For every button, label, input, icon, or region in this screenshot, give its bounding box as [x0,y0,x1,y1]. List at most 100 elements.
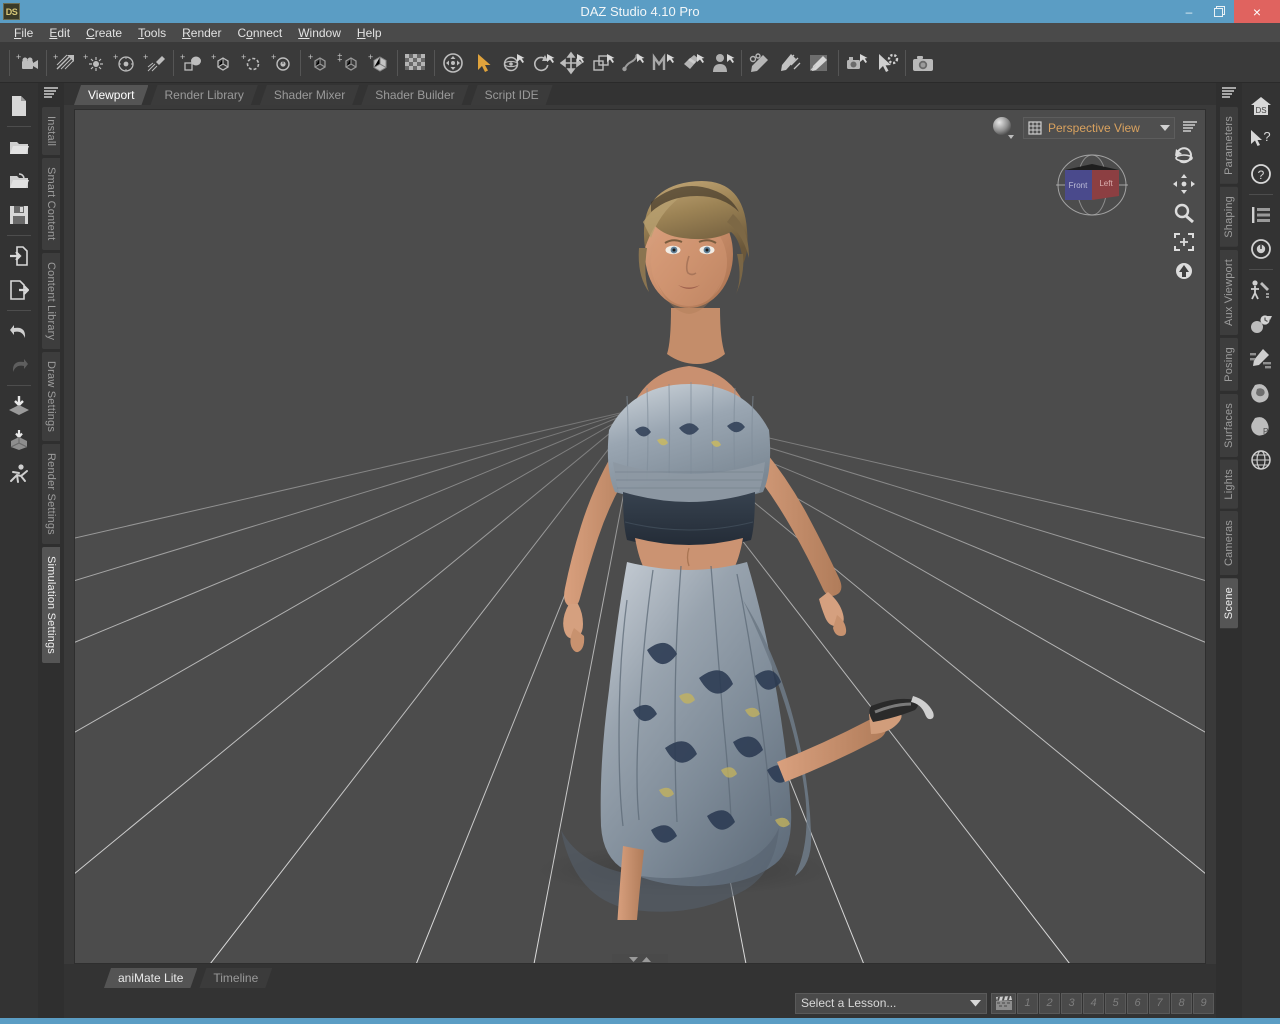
create-primitive-icon[interactable]: + [177,47,207,79]
create-cube-icon[interactable]: + [364,47,394,79]
muscle-power-icon[interactable]: P [1246,409,1276,443]
minimize-button[interactable]: – [1174,0,1204,23]
scale-tool-icon[interactable] [588,47,618,79]
open-file-icon[interactable] [4,130,34,164]
sidebar-item-draw-settings[interactable]: Draw Settings [42,351,60,441]
tab-shader-mixer[interactable]: Shader Mixer [260,85,359,105]
log-list-icon[interactable] [1246,198,1276,232]
aux-render-icon[interactable] [872,47,902,79]
create-duplicate-icon[interactable]: ‡ [334,47,364,79]
tab-shader-builder[interactable]: Shader Builder [361,85,468,105]
target-icon[interactable] [1246,232,1276,266]
surface-selection-icon[interactable] [678,47,708,79]
render-settings-icon[interactable] [842,47,872,79]
view-navigation-cube[interactable]: Front Left [1051,148,1133,222]
texture-grid-icon[interactable] [401,47,431,79]
rotate-tool-icon[interactable] [498,47,528,79]
tab-viewport[interactable]: Viewport [74,85,148,105]
muscle-icon[interactable] [1246,375,1276,409]
pane-options-icon[interactable] [1219,85,1239,103]
create-spotlight-icon[interactable]: + [140,47,170,79]
redo-icon[interactable] [4,348,34,382]
render-camera-icon[interactable] [909,47,939,79]
save-file-icon[interactable] [4,198,34,232]
reset-camera-icon[interactable] [1171,260,1197,282]
sidebar-item-shaping[interactable]: Shaping [1220,186,1238,247]
help-circle-icon[interactable]: ? [1246,157,1276,191]
create-sphere-icon[interactable]: + [267,47,297,79]
frame-selection-icon[interactable] [1171,231,1197,253]
lesson-button-4[interactable]: 4 [1083,992,1104,1014]
geometry-editor-icon[interactable] [745,47,775,79]
view-selector[interactable]: Perspective View [1023,117,1175,139]
lesson-button-6[interactable]: 6 [1127,992,1148,1014]
universal-tool-icon[interactable] [438,47,468,79]
pen-tool-icon[interactable] [775,47,805,79]
property-editor-icon[interactable] [1246,341,1276,375]
ds-home-icon[interactable]: DS [1246,89,1276,123]
lesson-button-5[interactable]: 5 [1105,992,1126,1014]
pane-options-icon[interactable] [41,85,61,103]
viewport-3d[interactable]: Perspective View Front Left [74,109,1206,964]
globe-icon[interactable] [1246,443,1276,477]
sidebar-item-cameras[interactable]: Cameras [1220,511,1238,576]
menu-file[interactable]: File [6,24,41,42]
tab-script-ide[interactable]: Script IDE [471,85,553,105]
sidebar-item-posing[interactable]: Posing [1220,337,1238,391]
sidebar-item-install[interactable]: Install [42,107,60,156]
lesson-button-7[interactable]: 7 [1149,992,1170,1014]
tab-animate-lite[interactable]: aniMate Lite [104,968,197,988]
undo-icon[interactable] [4,314,34,348]
spin-tool-icon[interactable] [528,47,558,79]
sidebar-item-render-settings[interactable]: Render Settings [42,443,60,544]
help-pointer-icon[interactable]: ? [1246,123,1276,157]
lesson-button-3[interactable]: 3 [1061,992,1082,1014]
menu-window[interactable]: Window [290,24,349,42]
lesson-button-9[interactable]: 9 [1193,992,1214,1014]
menu-edit[interactable]: Edit [41,24,78,42]
menu-create[interactable]: Create [78,24,130,42]
sidebar-item-surfaces[interactable]: Surfaces [1220,393,1238,457]
export-icon[interactable] [4,273,34,307]
create-camera-icon[interactable]: + [13,47,43,79]
mesh-tool-icon[interactable] [648,47,678,79]
close-button[interactable]: × [1234,0,1280,23]
pan-camera-icon[interactable] [1171,173,1197,195]
figure-setup-icon[interactable] [708,47,738,79]
create-node-icon[interactable]: + [207,47,237,79]
node-sphere-icon[interactable] [1246,307,1276,341]
viewport-pane-options-icon[interactable] [1181,118,1199,138]
lesson-selector[interactable]: Select a Lesson... [795,992,987,1014]
restore-button[interactable] [1204,0,1234,23]
create-point-light-icon[interactable]: + [80,47,110,79]
lesson-button-8[interactable]: 8 [1171,992,1192,1014]
scene-figure[interactable] [475,130,935,920]
viewport-collapse-handle[interactable] [612,954,668,963]
sidebar-item-parameters[interactable]: Parameters [1220,107,1238,184]
tab-render-library[interactable]: Render Library [150,85,257,105]
sidebar-item-smart-content[interactable]: Smart Content [42,158,60,250]
line-tool-icon[interactable] [805,47,835,79]
new-file-icon[interactable] [4,89,34,123]
merge-figure-icon[interactable] [4,423,34,457]
create-null-icon[interactable]: + [237,47,267,79]
joint-editor-icon[interactable] [618,47,648,79]
menu-help[interactable]: Help [349,24,390,42]
puppeteer-icon[interactable] [1246,273,1276,307]
import-icon[interactable] [4,239,34,273]
draw-style-sphere-icon[interactable] [991,116,1017,140]
open-recent-icon[interactable] [4,164,34,198]
lesson-button-1[interactable]: 1 [1017,992,1038,1014]
create-distant-light-icon[interactable]: + [50,47,80,79]
orbit-camera-icon[interactable] [1171,144,1197,166]
menu-connect[interactable]: Connect [229,24,290,42]
merge-scene-icon[interactable] [4,389,34,423]
sidebar-item-aux-viewport[interactable]: Aux Viewport [1220,249,1238,335]
create-group-icon[interactable]: + [304,47,334,79]
translate-tool-icon[interactable] [558,47,588,79]
lesson-button-2[interactable]: 2 [1039,992,1060,1014]
sidebar-item-lights[interactable]: Lights [1220,459,1238,509]
menu-render[interactable]: Render [174,24,229,42]
film-clapper-icon[interactable] [991,992,1016,1014]
sidebar-item-content-library[interactable]: Content Library [42,252,60,349]
